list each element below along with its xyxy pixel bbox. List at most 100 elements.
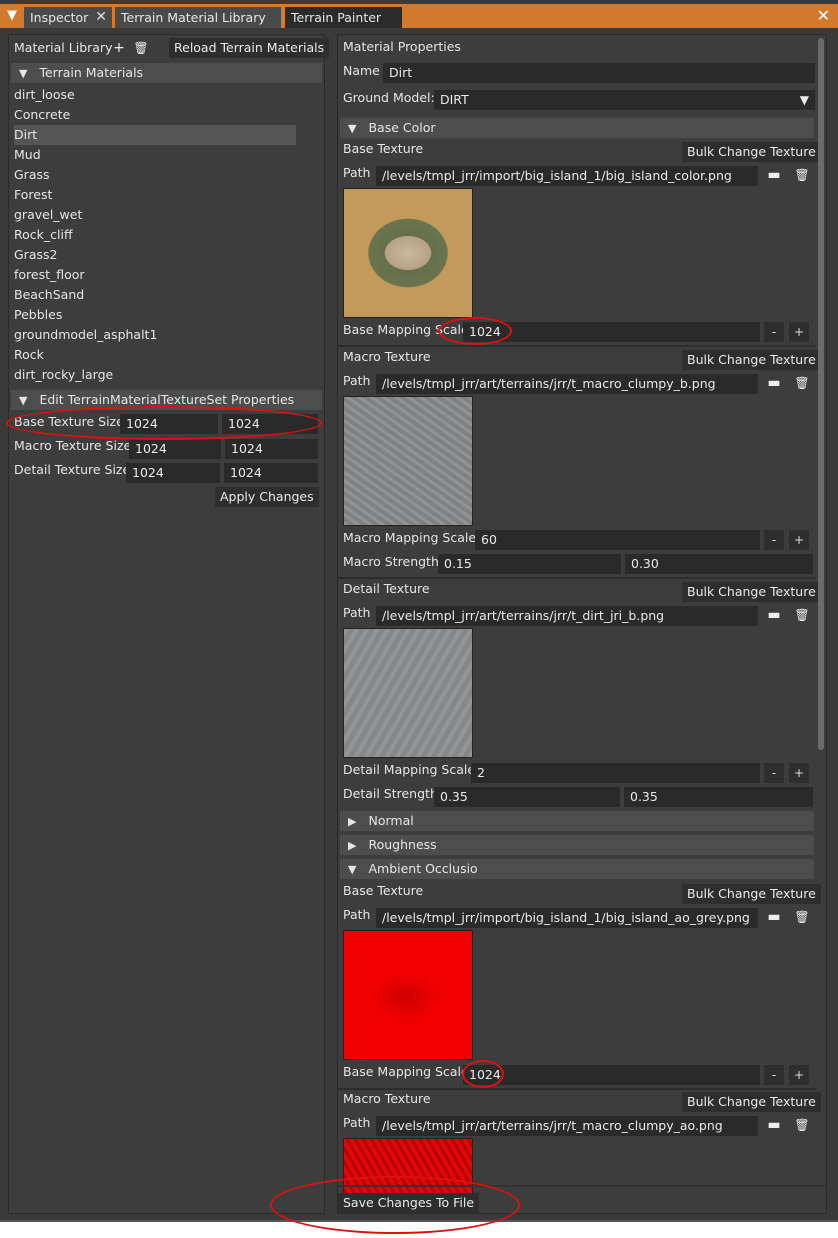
folder-icon[interactable]: ▬ — [764, 1115, 784, 1135]
tab-label: Terrain Material Library — [121, 10, 266, 25]
detail-mapping-scale-field[interactable]: 2 — [471, 763, 760, 783]
name-label: Name — [343, 63, 380, 78]
macro-texture-size-width-field[interactable]: 1024 — [129, 439, 221, 459]
tab-terrain-material-library[interactable]: Terrain Material Library — [115, 7, 281, 28]
list-item[interactable]: Mud — [14, 145, 296, 165]
clear-texture-icon[interactable]: 🗑 — [792, 165, 812, 185]
list-item[interactable]: dirt_loose — [14, 85, 296, 105]
bulk-change-texture-button[interactable]: Bulk Change Texture — [682, 582, 821, 602]
normal-header[interactable]: ▶ Normal — [340, 811, 814, 831]
base-texture-size-width-field[interactable]: 1024 — [120, 414, 218, 434]
material-name: Rock — [14, 347, 44, 362]
detail-strength-max-field[interactable]: 0.35 — [624, 787, 813, 807]
ao-base-texture-path-field[interactable]: /levels/tmpl_jrr/import/big_island_1/big… — [376, 908, 758, 928]
terrain-materials-header[interactable]: ▼ Terrain Materials — [11, 63, 322, 83]
reload-terrain-materials-button[interactable]: Reload Terrain Materials — [169, 38, 330, 58]
tab-inspector[interactable]: Inspector ✕ — [24, 7, 112, 28]
material-properties-panel: Material Properties Name Dirt Ground Mod… — [337, 34, 827, 1214]
increment-button[interactable]: + — [789, 763, 809, 783]
bulk-change-texture-button[interactable]: Bulk Change Texture — [682, 884, 821, 904]
folder-icon[interactable]: ▬ — [764, 605, 784, 625]
list-item[interactable]: Concrete — [14, 105, 296, 125]
clear-texture-icon[interactable]: 🗑 — [792, 373, 812, 393]
close-icon[interactable]: ✕ — [95, 7, 107, 28]
edit-texture-set-header[interactable]: ▼ Edit TerrainMaterialTextureSet Properti… — [11, 390, 322, 410]
chevron-down-icon: ▼ — [19, 394, 28, 407]
list-item[interactable]: Pebbles — [14, 305, 296, 325]
tab-terrain-painter[interactable]: Terrain Painter — [285, 7, 402, 28]
bulk-change-texture-button[interactable]: Bulk Change Texture — [682, 1092, 821, 1112]
ambient-occlusion-header[interactable]: ▼ Ambient Occlusio — [340, 859, 814, 879]
trash-icon[interactable]: 🗑 — [131, 38, 151, 58]
bulk-change-texture-button[interactable]: Bulk Change Texture — [682, 142, 821, 162]
list-item-selected[interactable]: Dirt — [14, 125, 296, 145]
folder-icon[interactable]: ▬ — [764, 165, 784, 185]
macro-strength-max-field[interactable]: 0.30 — [625, 554, 813, 574]
roughness-header[interactable]: ▶ Roughness — [340, 835, 814, 855]
path-label: Path — [343, 165, 371, 180]
list-item[interactable]: groundmodel_asphalt1 — [14, 325, 296, 345]
clear-texture-icon[interactable]: 🗑 — [792, 907, 812, 927]
ground-model-select[interactable]: DIRT ▼ — [434, 90, 815, 110]
bulk-change-texture-button[interactable]: Bulk Change Texture — [682, 350, 821, 370]
material-name: groundmodel_asphalt1 — [14, 327, 158, 342]
list-item[interactable]: Grass — [14, 165, 296, 185]
chevron-down-icon: ▼ — [19, 67, 28, 80]
detail-texture-size-label: Detail Texture Size — [14, 462, 131, 477]
material-name: Grass — [14, 167, 50, 182]
detail-texture-preview — [343, 628, 473, 758]
path-label: Path — [343, 1115, 371, 1130]
save-changes-to-file-button[interactable]: Save Changes To File — [338, 1193, 480, 1213]
list-item[interactable]: dirt_rocky_large — [14, 365, 296, 385]
increment-button[interactable]: + — [789, 1065, 809, 1085]
base-texture-path-field[interactable]: /levels/tmpl_jrr/import/big_island_1/big… — [376, 166, 758, 186]
decrement-button[interactable]: - — [764, 530, 784, 550]
clear-texture-icon[interactable]: 🗑 — [792, 1115, 812, 1135]
base-color-header[interactable]: ▼ Base Color — [340, 118, 814, 138]
increment-button[interactable]: + — [789, 530, 809, 550]
material-name: Grass2 — [14, 247, 58, 262]
window-close-icon[interactable]: ✕ — [817, 5, 830, 26]
folder-icon[interactable]: ▬ — [764, 907, 784, 927]
list-item[interactable]: gravel_wet — [14, 205, 296, 225]
ao-base-texture-preview — [343, 930, 473, 1060]
detail-texture-label: Detail Texture — [343, 581, 430, 596]
list-item[interactable]: Grass2 — [14, 245, 296, 265]
vertical-scrollbar[interactable] — [818, 38, 824, 750]
macro-texture-path-field[interactable]: /levels/tmpl_jrr/art/terrains/jrr/t_macr… — [376, 374, 758, 394]
macro-mapping-scale-field[interactable]: 60 — [475, 530, 760, 550]
add-icon[interactable]: + — [109, 38, 129, 58]
ao-macro-texture-path-field[interactable]: /levels/tmpl_jrr/art/terrains/jrr/t_macr… — [376, 1116, 758, 1136]
list-item[interactable]: Forest — [14, 185, 296, 205]
ao-base-mapping-scale-field[interactable]: 1024 — [463, 1065, 760, 1085]
list-item[interactable]: Rock_cliff — [14, 225, 296, 245]
base-mapping-scale-field[interactable]: 1024 — [463, 322, 760, 342]
material-name: Dirt — [14, 127, 38, 142]
list-item[interactable]: Rock — [14, 345, 296, 365]
material-library-label: Material Library — [14, 40, 113, 55]
detail-texture-size-width-field[interactable]: 1024 — [126, 463, 220, 483]
window-menu-icon[interactable]: ▼ — [3, 7, 21, 25]
section-divider — [338, 1088, 816, 1090]
detail-texture-path-field[interactable]: /levels/tmpl_jrr/art/terrains/jrr/t_dirt… — [376, 606, 758, 626]
increment-button[interactable]: + — [789, 322, 809, 342]
list-item[interactable]: BeachSand — [14, 285, 296, 305]
macro-texture-size-height-field[interactable]: 1024 — [225, 439, 318, 459]
detail-texture-size-height-field[interactable]: 1024 — [224, 463, 318, 483]
base-texture-size-height-field[interactable]: 1024 — [222, 414, 318, 434]
chevron-down-icon: ▼ — [799, 93, 809, 107]
name-field[interactable]: Dirt — [383, 63, 815, 83]
detail-strength-min-field[interactable]: 0.35 — [434, 787, 620, 807]
decrement-button[interactable]: - — [764, 763, 784, 783]
apply-changes-button[interactable]: Apply Changes — [215, 487, 319, 507]
macro-strength-min-field[interactable]: 0.15 — [438, 554, 621, 574]
decrement-button[interactable]: - — [764, 1065, 784, 1085]
list-item[interactable]: forest_floor — [14, 265, 296, 285]
clear-texture-icon[interactable]: 🗑 — [792, 605, 812, 625]
base-texture-label: Base Texture — [343, 883, 424, 898]
material-name: Concrete — [14, 107, 71, 122]
base-color-header-label: Base Color — [368, 120, 436, 135]
decrement-button[interactable]: - — [764, 322, 784, 342]
section-divider — [338, 345, 816, 347]
folder-icon[interactable]: ▬ — [764, 373, 784, 393]
